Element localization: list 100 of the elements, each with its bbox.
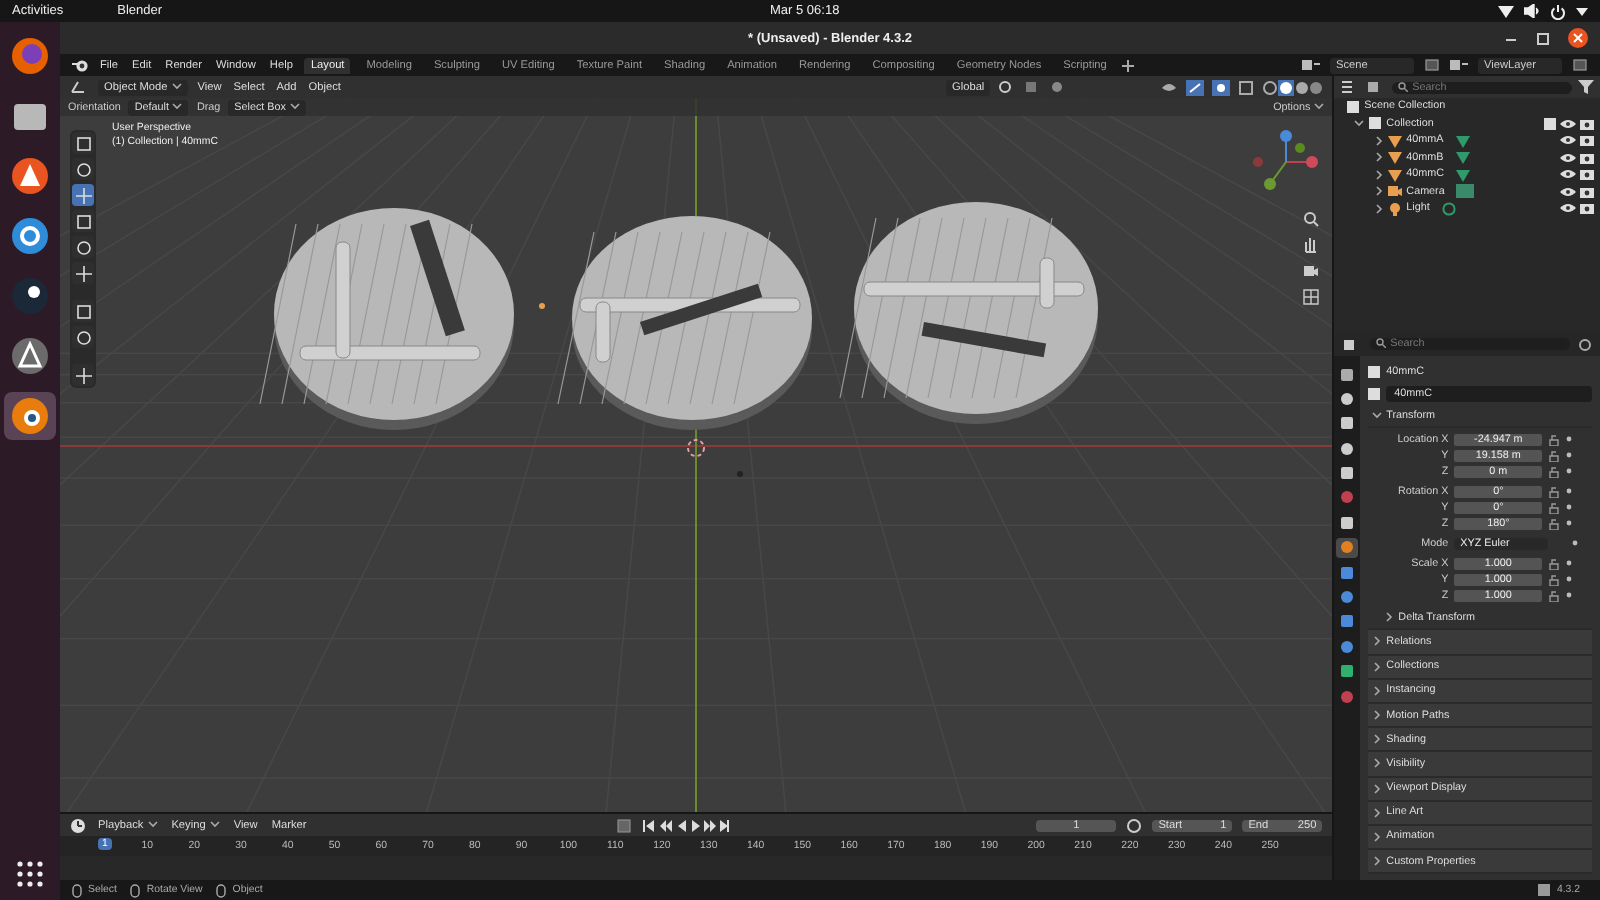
scene-icon[interactable] xyxy=(1302,58,1320,72)
properties-tab[interactable] xyxy=(1336,388,1359,409)
properties-tab[interactable] xyxy=(1336,611,1359,632)
pin-icon[interactable] xyxy=(1578,337,1592,351)
properties-tab[interactable] xyxy=(1336,537,1359,558)
tool-button[interactable] xyxy=(72,132,94,154)
expand-toggle[interactable] xyxy=(1384,612,1395,623)
properties-tab[interactable] xyxy=(1336,413,1359,434)
expand-toggle[interactable] xyxy=(1372,410,1383,421)
keyframe-dot-icon[interactable] xyxy=(1566,576,1573,583)
properties-tab[interactable] xyxy=(1336,438,1359,459)
expand-toggle[interactable] xyxy=(1374,186,1385,197)
expand-toggle[interactable] xyxy=(1372,807,1383,818)
camera-icon[interactable] xyxy=(1302,262,1320,280)
copy-icon[interactable] xyxy=(1424,58,1440,72)
maximize-icon[interactable] xyxy=(1536,31,1550,45)
light-data-icon[interactable] xyxy=(1441,201,1456,216)
filter-icon[interactable] xyxy=(1578,80,1594,94)
keyframe-dot-icon[interactable] xyxy=(1566,520,1573,527)
lock-icon[interactable] xyxy=(1548,485,1561,498)
camera-data-icon[interactable] xyxy=(1456,184,1475,199)
keyframe-dot-icon[interactable] xyxy=(1566,488,1573,495)
properties-tab[interactable] xyxy=(1336,463,1359,484)
keyframe-dot-icon[interactable] xyxy=(1572,540,1579,547)
lock-icon[interactable] xyxy=(1548,465,1561,478)
caret-icon[interactable] xyxy=(1576,7,1588,15)
add-icon[interactable] xyxy=(1122,59,1135,71)
expand-toggle[interactable] xyxy=(1372,685,1383,696)
keyframe-dot-icon[interactable] xyxy=(1566,436,1573,443)
proportional-edit-icon[interactable] xyxy=(1050,80,1065,94)
zoom-icon[interactable] xyxy=(1302,210,1320,228)
editor-type-icon[interactable] xyxy=(70,80,90,94)
grid-icon[interactable] xyxy=(1302,288,1320,306)
keyframe-dot-icon[interactable] xyxy=(1566,560,1573,567)
tool-button[interactable] xyxy=(72,236,94,258)
expand-toggle[interactable] xyxy=(1372,758,1383,769)
playback-controls-icon[interactable] xyxy=(641,817,730,833)
show-apps-icon[interactable] xyxy=(16,860,44,888)
camera-icon[interactable] xyxy=(1580,151,1594,164)
expand-toggle[interactable] xyxy=(1372,831,1383,842)
properties-tab[interactable] xyxy=(1336,636,1359,657)
expand-toggle[interactable] xyxy=(1374,135,1385,146)
lock-icon[interactable] xyxy=(1548,573,1561,586)
lock-icon[interactable] xyxy=(1548,517,1561,530)
camera-icon[interactable] xyxy=(1580,185,1594,198)
properties-tab[interactable] xyxy=(1336,562,1359,583)
navigation-gizmo-drawing[interactable] xyxy=(1252,128,1320,196)
expand-toggle[interactable] xyxy=(1372,661,1383,672)
volume-icon[interactable] xyxy=(1524,4,1540,18)
overlay-toggle-icon[interactable] xyxy=(1212,79,1231,95)
camera-icon[interactable] xyxy=(1580,117,1594,130)
properties-tab[interactable] xyxy=(1336,512,1359,533)
keyframe-icon[interactable] xyxy=(615,817,632,833)
expand-toggle[interactable] xyxy=(1372,856,1383,867)
tool-button[interactable] xyxy=(72,262,94,284)
tool-button[interactable] xyxy=(72,184,94,206)
properties-tab[interactable] xyxy=(1336,364,1359,384)
checkbox-icon[interactable] xyxy=(1544,117,1556,130)
layers-icon[interactable] xyxy=(1450,58,1468,72)
lock-icon[interactable] xyxy=(1548,449,1561,462)
tool-button[interactable] xyxy=(72,326,94,348)
camera-icon[interactable] xyxy=(1580,134,1594,147)
clock-icon[interactable] xyxy=(70,817,86,833)
network-icon[interactable] xyxy=(1498,4,1514,18)
tool-button[interactable] xyxy=(72,364,94,386)
expand-toggle[interactable] xyxy=(1372,783,1383,794)
close-icon[interactable] xyxy=(1568,28,1588,48)
properties-tab[interactable] xyxy=(1336,661,1359,682)
lock-icon[interactable] xyxy=(1548,433,1561,446)
eye-icon[interactable] xyxy=(1560,151,1576,164)
pivot-icon[interactable] xyxy=(998,80,1017,94)
lock-icon[interactable] xyxy=(1548,501,1561,514)
expand-toggle[interactable] xyxy=(1374,169,1385,180)
keyframe-dot-icon[interactable] xyxy=(1566,468,1573,475)
expand-toggle[interactable] xyxy=(1372,636,1383,647)
lock-icon[interactable] xyxy=(1548,557,1561,570)
eye-icon[interactable] xyxy=(1560,185,1576,198)
expand-toggle[interactable] xyxy=(1354,118,1365,129)
keyframe-dot-icon[interactable] xyxy=(1566,452,1573,459)
expand-toggle[interactable] xyxy=(1374,152,1385,163)
expand-toggle[interactable] xyxy=(1372,734,1383,745)
properties-tab[interactable] xyxy=(1336,587,1359,608)
visibility-icon[interactable] xyxy=(1160,80,1179,94)
shading-modes-icon[interactable] xyxy=(1262,79,1323,95)
power-icon[interactable] xyxy=(1550,3,1566,19)
dock-app-button[interactable] xyxy=(4,392,56,440)
keyframe-dot-icon[interactable] xyxy=(1566,504,1573,511)
tool-button[interactable] xyxy=(72,300,94,322)
keyframe-dot-icon[interactable] xyxy=(1566,592,1573,599)
lock-icon[interactable] xyxy=(1548,589,1561,602)
expand-toggle[interactable] xyxy=(1372,710,1383,721)
tool-button[interactable] xyxy=(72,210,94,232)
xray-icon[interactable] xyxy=(1238,79,1255,95)
eye-icon[interactable] xyxy=(1560,134,1576,147)
stopwatch-icon[interactable] xyxy=(1126,817,1143,833)
tool-button[interactable] xyxy=(72,158,94,180)
gizmo-toggle-icon[interactable] xyxy=(1186,79,1205,95)
eye-icon[interactable] xyxy=(1560,168,1576,181)
camera-icon[interactable] xyxy=(1580,168,1594,181)
eye-icon[interactable] xyxy=(1560,202,1576,215)
